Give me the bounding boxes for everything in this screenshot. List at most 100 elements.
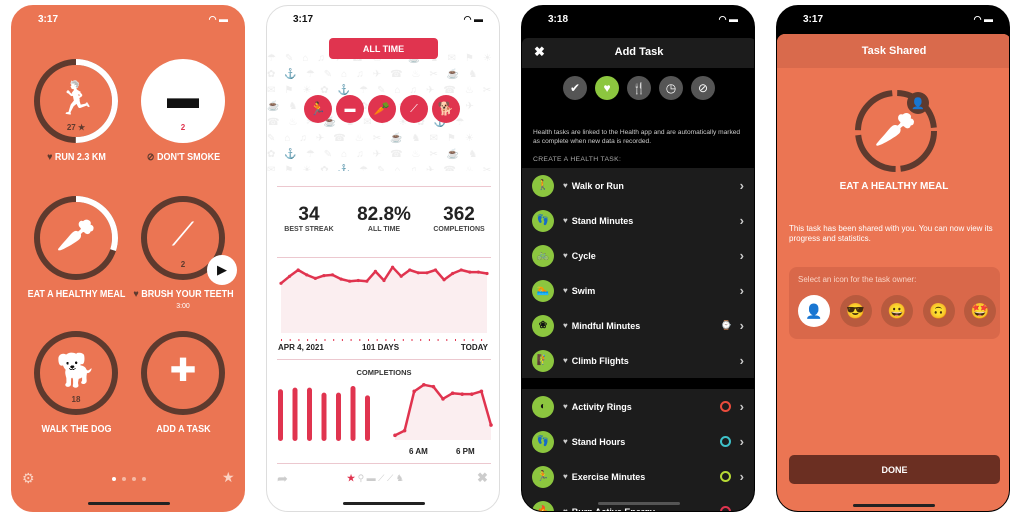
data-point bbox=[279, 281, 283, 285]
emoji-option[interactable]: 😎 bbox=[839, 295, 872, 327]
axis-tick bbox=[298, 339, 300, 341]
person-icon: 👤 bbox=[907, 92, 929, 114]
sheet-title: Task Shared bbox=[861, 45, 927, 57]
axis-tick bbox=[341, 339, 343, 341]
task-selector[interactable]: ★ ⚲ ▬ ⟋ ⟋ ♞ bbox=[347, 473, 404, 484]
close-icon[interactable]: ✖ bbox=[477, 470, 488, 486]
heart-icon: ♥ bbox=[133, 289, 139, 300]
health-task-row[interactable]: 👣 ♥ Stand Minutes › bbox=[522, 203, 754, 238]
data-point bbox=[322, 274, 326, 278]
data-point bbox=[442, 278, 446, 282]
data-point bbox=[305, 273, 309, 277]
picker-label: Select an icon for the task owner: bbox=[798, 275, 917, 284]
statistics-screen: 3:17 ◠ ▬ ☂✎⌂♫✈☎♨✂☕♞✉⚑☀✿⚓☂✎⌂♫✈☎♨✂☕♞✉⚑☀✿⚓☂… bbox=[266, 5, 500, 512]
activity-ring-icon bbox=[720, 471, 731, 482]
task-type-icon: 🧗 bbox=[532, 349, 554, 372]
wifi-battery-icon: ◠ ▬ bbox=[463, 14, 483, 24]
bar bbox=[350, 386, 356, 441]
running-icon[interactable]: 🏃 bbox=[304, 95, 332, 123]
task-type-icon: ◐ bbox=[532, 395, 554, 418]
play-button[interactable]: ▶ bbox=[207, 255, 237, 285]
data-point bbox=[356, 278, 360, 283]
row-label: Burn Active Energy bbox=[571, 506, 655, 512]
axis-tick bbox=[307, 339, 309, 341]
data-point bbox=[399, 274, 403, 278]
data-point bbox=[402, 428, 407, 433]
owner-icon-picker: Select an icon for the task owner: 👤 😎 😀 🙃 🤩 bbox=[789, 267, 1000, 339]
axis-tick bbox=[437, 339, 439, 341]
data-point bbox=[425, 271, 429, 275]
fork-knife-icon[interactable]: 🍴 bbox=[627, 76, 651, 100]
data-point bbox=[431, 384, 436, 389]
health-task-row[interactable]: ◐ ♥ Activity Rings › bbox=[522, 389, 754, 424]
dog-icon[interactable]: 🐕 bbox=[432, 95, 460, 123]
bar bbox=[307, 387, 312, 441]
row-label: Cycle bbox=[571, 250, 596, 261]
emoji-option[interactable]: 😀 bbox=[881, 295, 913, 327]
person-icon-option[interactable]: 👤 bbox=[798, 295, 830, 327]
health-task-row[interactable]: 👣 ♥ Stand Hours › bbox=[522, 424, 754, 459]
carrot-icon: 🥕 bbox=[56, 217, 96, 253]
heart-icon: ♥ bbox=[563, 216, 568, 225]
status-time: 3:17 bbox=[38, 14, 59, 25]
heart-icon: ♥ bbox=[563, 286, 568, 295]
axis-tick bbox=[472, 339, 474, 341]
heart-icon: ♥ bbox=[563, 507, 568, 512]
chevron-right-icon: › bbox=[739, 318, 744, 333]
chevron-right-icon: › bbox=[739, 353, 744, 368]
activity-ring-icon bbox=[720, 506, 731, 511]
health-task-row[interactable]: 🏊 ♥ Swim › bbox=[522, 273, 754, 308]
cigarette-icon[interactable]: ▬ bbox=[336, 95, 364, 123]
health-task-row[interactable]: 🚲 ♥ Cycle › bbox=[522, 238, 754, 273]
sheet-header: Task Shared bbox=[777, 34, 1009, 68]
star-icon[interactable]: ★ bbox=[347, 473, 355, 483]
data-point bbox=[470, 392, 474, 396]
data-point bbox=[330, 273, 335, 277]
toothbrush-icon[interactable]: ⟋ bbox=[400, 95, 428, 123]
task-shared-screen: 3:17 ◠ ▬ Task Shared 🥕 👤 EAT A HEALTHY M… bbox=[776, 5, 1010, 512]
add-task-screen: 3:18 ◠ ▬ ✖ Add Task ✔ ♥ 🍴 ◷ ⊘ Health tas… bbox=[521, 5, 755, 512]
check-icon[interactable]: ✔ bbox=[563, 76, 587, 100]
toothbrush-icon: ⟋ bbox=[171, 216, 195, 252]
settings-icon[interactable]: ⚙ bbox=[22, 470, 35, 487]
completions-title: COMPLETIONS bbox=[356, 368, 412, 377]
axis-tick bbox=[359, 339, 361, 341]
heart-icon[interactable]: ♥ bbox=[595, 76, 619, 100]
clock-icon[interactable]: ◷ bbox=[659, 76, 683, 100]
data-point bbox=[339, 277, 343, 281]
carrot-icon[interactable]: 🥕 bbox=[368, 95, 396, 123]
date-start-label: APR 4, 2021 bbox=[278, 343, 324, 352]
axis-tick bbox=[315, 339, 317, 341]
done-button[interactable]: DONE bbox=[789, 455, 1000, 484]
running-icon: 🏃 bbox=[56, 80, 96, 116]
task-label: ⊘ DON'T SMOKE bbox=[146, 152, 221, 163]
axis-tick bbox=[428, 339, 430, 341]
health-task-row[interactable]: 🧗 ♥ Climb Flights › bbox=[522, 343, 754, 378]
hour-label-6pm: 6 PM bbox=[456, 447, 475, 456]
health-task-row[interactable]: 🚶 ♥ Walk or Run › bbox=[522, 168, 754, 203]
health-task-row[interactable]: ❀ ♥ Mindful Minutes ⌚ › bbox=[522, 308, 754, 343]
emoji-option[interactable]: 🤩 bbox=[964, 295, 996, 327]
bar bbox=[278, 389, 283, 441]
share-icon[interactable]: ➦ bbox=[277, 471, 288, 487]
data-point bbox=[479, 389, 484, 394]
all-time-button[interactable]: ALL TIME bbox=[329, 38, 438, 59]
axis-tick bbox=[281, 339, 282, 341]
header-bar: ✖ Add Task bbox=[522, 38, 754, 68]
page-dots[interactable] bbox=[112, 477, 146, 481]
axis-tick bbox=[350, 339, 352, 341]
task-label: WALK THE DOG bbox=[41, 424, 112, 435]
axis-tick bbox=[394, 339, 396, 341]
data-point bbox=[485, 271, 489, 276]
row-label: Exercise Minutes bbox=[571, 471, 646, 482]
section-header: CREATE A HEALTH TASK: bbox=[533, 156, 622, 163]
emoji-option[interactable]: 🙃 bbox=[922, 295, 955, 327]
chevron-right-icon: › bbox=[739, 213, 744, 228]
axis-tick bbox=[481, 339, 483, 341]
health-task-row[interactable]: 🏃 ♥ Exercise Minutes › bbox=[522, 459, 754, 494]
activity-ring-icon bbox=[720, 401, 731, 412]
divider bbox=[277, 257, 491, 258]
chevron-right-icon: › bbox=[739, 504, 744, 512]
star-icon[interactable]: ★ bbox=[222, 469, 235, 486]
no-icon[interactable]: ⊘ bbox=[691, 76, 715, 100]
